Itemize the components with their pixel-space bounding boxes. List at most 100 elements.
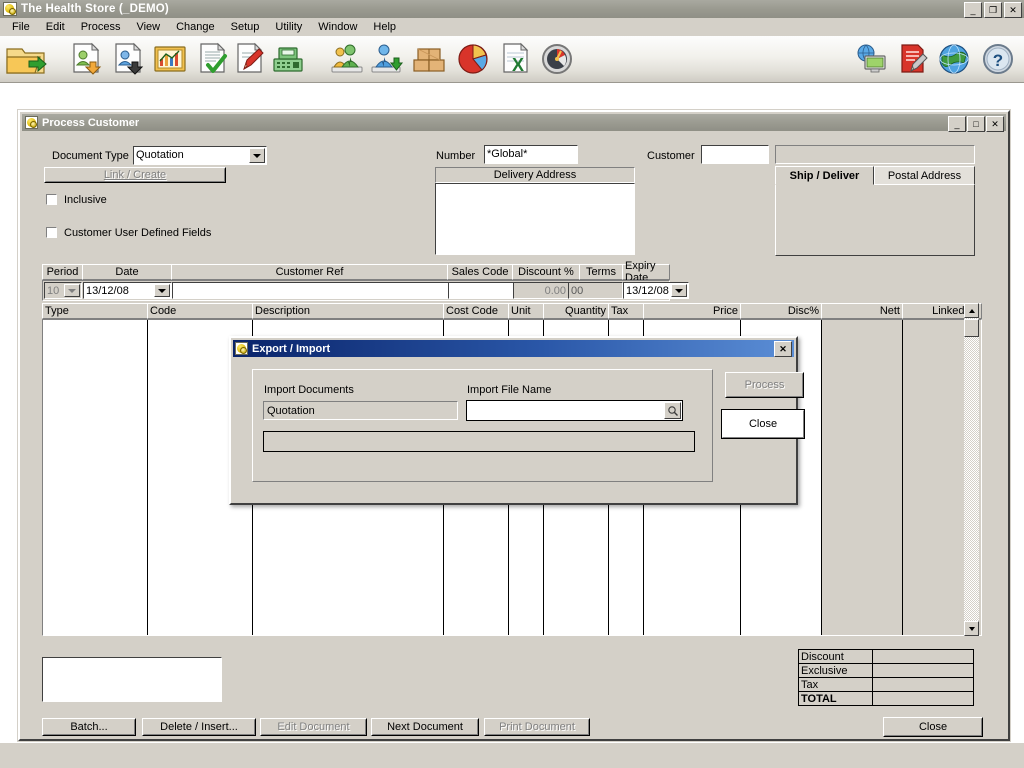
- svg-text:X: X: [512, 55, 524, 75]
- customer-label: Customer: [647, 150, 695, 162]
- tab-postal-address-label: Postal Address: [888, 170, 961, 182]
- period-combo: 10: [44, 282, 82, 299]
- expiry-date-combo[interactable]: 13/12/08: [623, 282, 689, 299]
- scroll-down-button[interactable]: [964, 621, 979, 636]
- grid-col-nett[interactable]: [822, 320, 903, 635]
- tab-postal-address[interactable]: Postal Address: [874, 166, 975, 185]
- child-close-button[interactable]: ✕: [986, 116, 1004, 132]
- export-import-dialog: Export / Import ✕ Import Documents Quota…: [229, 336, 798, 505]
- address-tab-panel: [775, 184, 975, 256]
- menu-file[interactable]: File: [4, 19, 38, 35]
- chevron-down-icon[interactable]: [154, 284, 170, 297]
- menu-help[interactable]: Help: [365, 19, 404, 35]
- browse-file-magnifier-icon[interactable]: [664, 402, 681, 419]
- import-file-name-field[interactable]: [466, 400, 683, 421]
- menu-process[interactable]: Process: [73, 19, 129, 35]
- child-minimize-button[interactable]: _: [948, 116, 966, 132]
- close-button[interactable]: ✕: [1004, 2, 1022, 18]
- grid-header-unit[interactable]: Unit: [508, 303, 544, 319]
- pie-chart-icon[interactable]: [455, 41, 491, 77]
- notes-edit-icon[interactable]: [894, 41, 930, 77]
- next-document-button[interactable]: Next Document: [371, 718, 479, 736]
- menu-view[interactable]: View: [128, 19, 168, 35]
- menu-setup[interactable]: Setup: [223, 19, 268, 35]
- menu-change[interactable]: Change: [168, 19, 223, 35]
- process-customer-window-controls[interactable]: _ □ ✕: [948, 116, 1004, 132]
- detail-header-discount-pct: Discount %: [512, 264, 580, 280]
- tab-ship-deliver[interactable]: Ship / Deliver: [775, 166, 874, 185]
- grid-header-disc-pct[interactable]: Disc%: [740, 303, 822, 319]
- batch-button[interactable]: Batch...: [42, 718, 136, 736]
- export-import-close-button[interactable]: Close: [721, 409, 805, 439]
- mdi-client-area: Process Customer _ □ ✕ Document Type Quo…: [0, 83, 1024, 743]
- open-folder-export-icon[interactable]: [4, 39, 48, 79]
- child-maximize-button[interactable]: □: [967, 116, 985, 132]
- grid-header-price[interactable]: Price: [643, 303, 741, 319]
- grid-col-type[interactable]: [43, 320, 148, 635]
- minimize-button[interactable]: _: [964, 2, 982, 18]
- grid-header-quantity[interactable]: Quantity: [543, 303, 609, 319]
- totals-value-tax: [872, 677, 974, 692]
- batch-button-label: Batch...: [70, 721, 107, 733]
- menu-edit[interactable]: Edit: [38, 19, 73, 35]
- status-bar: [0, 742, 1024, 768]
- number-field[interactable]: *Global*: [484, 145, 578, 164]
- process-customer-close-button[interactable]: Close: [883, 717, 983, 737]
- document-type-combo[interactable]: Quotation: [133, 146, 267, 165]
- cudf-checkbox[interactable]: [46, 227, 57, 238]
- close-icon: ✕: [1009, 6, 1017, 15]
- main-window-controls[interactable]: _ ❐ ✕: [964, 2, 1022, 18]
- cash-register-icon[interactable]: [270, 41, 306, 77]
- chevron-down-icon[interactable]: [671, 284, 687, 297]
- print-document-button: Print Document: [484, 718, 590, 736]
- menu-window[interactable]: Window: [310, 19, 365, 35]
- notes-field[interactable]: [42, 657, 222, 702]
- export-import-close-label: Close: [749, 418, 777, 430]
- globe-web-icon[interactable]: [936, 41, 972, 77]
- grid-header-tax[interactable]: Tax: [608, 303, 644, 319]
- supplier-download-icon[interactable]: [110, 41, 146, 77]
- grid-vertical-scrollbar[interactable]: [964, 303, 979, 636]
- maximize-button[interactable]: ❐: [984, 2, 1002, 18]
- excel-export-icon[interactable]: X: [497, 41, 533, 77]
- expiry-date-value: 13/12/08: [626, 285, 669, 297]
- date-combo[interactable]: 13/12/08: [83, 282, 172, 299]
- import-file-name-label: Import File Name: [467, 384, 551, 396]
- grid-header-cost-code[interactable]: Cost Code: [443, 303, 509, 319]
- minimize-icon: _: [970, 6, 975, 15]
- detail-header-date: Date: [82, 264, 172, 280]
- sales-code-field[interactable]: [448, 282, 514, 299]
- chevron-down-icon[interactable]: [249, 148, 265, 163]
- scroll-up-button[interactable]: [964, 303, 979, 318]
- inclusive-checkbox[interactable]: [46, 194, 57, 205]
- application-window: The Health Store (_DEMO) _ ❐ ✕ File Edit…: [0, 0, 1024, 768]
- remote-desktop-icon[interactable]: [853, 41, 889, 77]
- dashboard-gauge-icon[interactable]: [539, 41, 575, 77]
- import-file-name-input[interactable]: [468, 402, 666, 419]
- export-import-close-x-button[interactable]: ✕: [774, 341, 792, 357]
- scrollbar-thumb[interactable]: [964, 319, 979, 337]
- inventory-boxes-icon[interactable]: [411, 41, 447, 77]
- reports-chart-folder-icon[interactable]: [152, 41, 188, 77]
- document-check-icon[interactable]: [194, 41, 230, 77]
- export-import-title-bar: Export / Import ✕: [233, 340, 794, 357]
- customers-group-icon[interactable]: [329, 41, 365, 77]
- help-question-icon[interactable]: ?: [980, 41, 1016, 77]
- app-disc-icon: [235, 342, 248, 355]
- scrollbar-track[interactable]: [964, 318, 979, 621]
- document-edit-icon[interactable]: [231, 41, 267, 77]
- delete-insert-button-label: Delete / Insert...: [160, 721, 238, 733]
- delete-insert-button[interactable]: Delete / Insert...: [142, 718, 256, 736]
- grid-header-nett[interactable]: Nett: [821, 303, 903, 319]
- grid-header-description[interactable]: Description: [252, 303, 444, 319]
- totals-label-discount: Discount: [798, 649, 873, 664]
- menu-utility[interactable]: Utility: [267, 19, 310, 35]
- customer-ref-field[interactable]: [172, 282, 449, 299]
- delivery-address-box[interactable]: [435, 183, 635, 255]
- customer-field[interactable]: [701, 145, 769, 164]
- process-customer-title-bar: Process Customer _ □ ✕: [22, 114, 1006, 131]
- customer-download-icon[interactable]: [68, 41, 104, 77]
- add-customer-icon[interactable]: [369, 41, 405, 77]
- grid-header-type[interactable]: Type: [42, 303, 148, 319]
- grid-header-code[interactable]: Code: [147, 303, 253, 319]
